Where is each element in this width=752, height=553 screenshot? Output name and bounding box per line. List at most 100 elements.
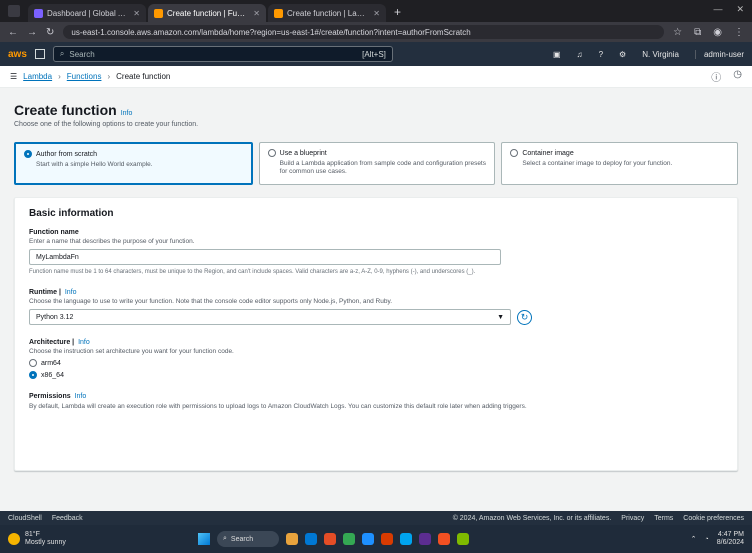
option-container-image[interactable]: Container image Select a container image…: [501, 142, 739, 185]
close-icon[interactable]: ✕: [373, 9, 380, 18]
info-link[interactable]: Info: [121, 110, 133, 117]
radio-icon: [267, 149, 276, 157]
chrome-icon[interactable]: [343, 533, 355, 545]
sun-icon: [8, 533, 20, 545]
chevron-down-icon: ▼: [497, 313, 504, 321]
search-input[interactable]: ⌕ Search [Alt+S]: [52, 46, 393, 62]
function-name-field: Function name Enter a name that describe…: [29, 229, 723, 275]
gear-icon[interactable]: ⚙: [619, 50, 626, 59]
close-icon[interactable]: ✕: [253, 9, 260, 18]
option-title: Container image: [522, 149, 574, 157]
function-name-value: MyLambdaFn: [36, 253, 79, 261]
architecture-label: Architecture | Info: [29, 339, 90, 346]
breadcrumb-current: Create function: [116, 72, 171, 81]
tab-title: Create function | Functions | Lambda: [167, 8, 250, 18]
create-options: Author from scratch Start with a simple …: [14, 142, 739, 185]
radio-icon: [29, 359, 37, 367]
window-controls: — ✕: [713, 4, 744, 15]
runtime-label-text: Runtime: [29, 289, 57, 296]
region-selector[interactable]: N. Virginia: [642, 50, 679, 59]
help-icon[interactable]: ?: [599, 50, 603, 59]
browser-tab-1[interactable]: Dashboard | Global Accelerator ✕: [28, 4, 146, 22]
taskbar-search[interactable]: ⌕ Search: [217, 531, 279, 547]
search-placeholder: Search: [69, 49, 95, 59]
clock-date: 8/6/2024: [716, 539, 744, 546]
close-icon[interactable]: ✕: [133, 9, 140, 18]
info-link[interactable]: Info: [78, 339, 90, 346]
feedback-link[interactable]: Feedback: [52, 515, 83, 522]
minimize-icon[interactable]: —: [713, 4, 722, 15]
clock-time: 4:47 PM: [717, 531, 744, 539]
cloudshell-bar: CloudShell Feedback © 2024, Amazon Web S…: [0, 511, 752, 525]
store-icon[interactable]: [400, 533, 412, 545]
refresh-icon[interactable]: ↻: [517, 309, 532, 325]
breadcrumb-separator: ›: [58, 72, 61, 81]
url-input[interactable]: us-east-1.console.aws.amazon.com/lambda/…: [63, 25, 665, 39]
architecture-label-text: Architecture: [29, 339, 71, 346]
reload-icon[interactable]: ↻: [46, 27, 54, 38]
mail-icon[interactable]: [305, 533, 317, 545]
back-icon[interactable]: ←: [8, 27, 18, 38]
main-content: Create function Info Choose one of the fo…: [0, 88, 752, 511]
breadcrumb: ☰ Lambda › Functions › Create function ⓘ…: [0, 66, 752, 88]
browser-tab-2[interactable]: Create function | Functions | Lambda ✕: [148, 4, 266, 22]
terms-link[interactable]: Terms: [654, 515, 673, 522]
breadcrumb-tools: ⓘ ◷: [711, 69, 742, 84]
windows-start-icon[interactable]: [198, 533, 210, 545]
search-shortcut: [Alt+S]: [362, 49, 386, 59]
permissions-label[interactable]: Permissions Info: [29, 393, 723, 400]
copyright-text: © 2024, Amazon Web Services, Inc. or its…: [452, 514, 612, 522]
app-icon[interactable]: [438, 533, 450, 545]
menu-icon[interactable]: ☰: [10, 72, 17, 81]
tab-title: Create function | Lambda: [287, 8, 370, 18]
bell-icon[interactable]: ♫: [577, 50, 583, 59]
radio-selected-icon: [29, 371, 37, 379]
footer-links: © 2024, Amazon Web Services, Inc. or its…: [453, 515, 744, 522]
option-title: Use a blueprint: [279, 149, 327, 157]
browser-tab-3[interactable]: Create function | Lambda ✕: [268, 4, 386, 22]
extensions-icon[interactable]: ⧉: [694, 27, 701, 38]
cloudshell-link[interactable]: CloudShell: [8, 515, 42, 522]
privacy-link[interactable]: Privacy: [621, 515, 644, 522]
clock-icon[interactable]: ◷: [733, 69, 742, 84]
teams-icon[interactable]: [419, 533, 431, 545]
option-author-from-scratch[interactable]: Author from scratch Start with a simple …: [14, 142, 253, 185]
cookie-preferences-link[interactable]: Cookie preferences: [683, 515, 744, 522]
window-menu-icon[interactable]: [8, 5, 20, 17]
services-grid-icon[interactable]: [34, 49, 45, 59]
architecture-option-arm64[interactable]: arm64: [29, 359, 723, 367]
new-tab-button[interactable]: +: [394, 5, 401, 19]
office-icon[interactable]: [381, 533, 393, 545]
breadcrumb-functions[interactable]: Functions: [67, 72, 102, 81]
edge-icon[interactable]: [362, 533, 374, 545]
info-link[interactable]: Info: [75, 393, 87, 400]
aws-logo[interactable]: aws: [8, 49, 27, 60]
info-link[interactable]: Info: [65, 289, 77, 296]
profile-icon[interactable]: ◉: [713, 27, 722, 38]
clock[interactable]: 4:47 PM 8/6/2024: [717, 531, 744, 546]
runtime-label: Runtime | Info: [29, 289, 77, 296]
account-menu[interactable]: admin-user: [694, 49, 744, 59]
info-circle-icon[interactable]: ⓘ: [711, 69, 721, 84]
architecture-option-x86[interactable]: x86_64: [29, 371, 723, 379]
forward-icon[interactable]: →: [27, 27, 37, 38]
weather-widget[interactable]: 81°F Mostly sunny: [8, 531, 188, 546]
breadcrumb-lambda[interactable]: Lambda: [23, 72, 52, 81]
wifi-icon[interactable]: ◔: [705, 536, 709, 543]
option-use-blueprint[interactable]: Use a blueprint Build a Lambda applicati…: [258, 142, 496, 185]
architecture-option-label: arm64: [41, 359, 61, 367]
runtime-select[interactable]: Python 3.12 ▼: [29, 309, 511, 325]
more-icon[interactable]: ⋮: [734, 27, 744, 38]
function-name-input[interactable]: MyLambdaFn: [29, 249, 501, 265]
option-desc: Select a container image to deploy for y…: [522, 160, 673, 167]
search-icon: ⌕: [59, 49, 65, 58]
breadcrumb-separator: ›: [107, 72, 111, 81]
chevron-up-icon[interactable]: ⌃: [691, 535, 697, 543]
taskbar-search-text: Search: [230, 535, 254, 543]
cloudshell-icon[interactable]: ▣: [553, 50, 561, 59]
app-icon[interactable]: [324, 533, 336, 545]
star-icon[interactable]: ☆: [673, 27, 682, 38]
app-icon[interactable]: [457, 533, 469, 545]
file-explorer-icon[interactable]: [286, 533, 298, 545]
close-window-icon[interactable]: ✕: [736, 4, 744, 15]
